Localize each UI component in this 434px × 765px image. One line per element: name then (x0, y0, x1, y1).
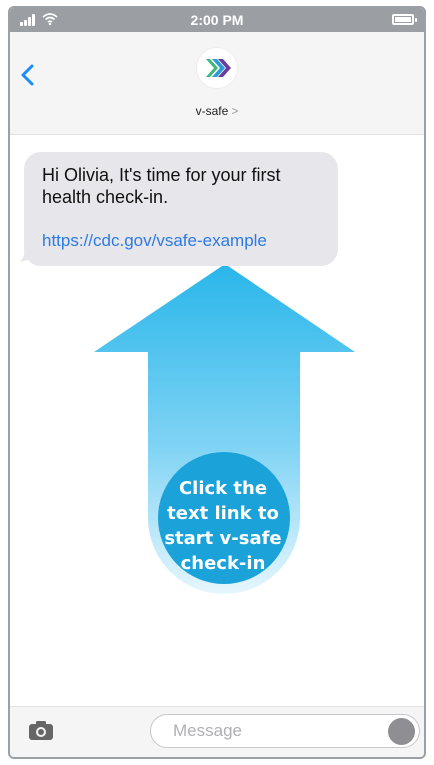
message-bubble: Hi Olivia, It's time for your first heal… (24, 152, 338, 266)
message-input-bar: Message (10, 706, 424, 757)
callout-line: check-in (180, 553, 266, 574)
camera-button[interactable] (28, 719, 54, 741)
back-button[interactable] (16, 60, 38, 90)
vsafe-link[interactable]: https://cdc.gov/vsafe-example (42, 230, 322, 252)
callout-line: Click the (178, 478, 268, 499)
v-safe-logo[interactable] (197, 48, 237, 88)
message-greeting: Hi (42, 165, 59, 185)
contact-name-label: v-safe (195, 104, 229, 118)
battery-icon (392, 14, 417, 25)
conversation-header: v-safe > (10, 32, 424, 135)
callout-text: Click the text link to start v-safe chec… (158, 476, 288, 576)
recipient-name: Olivia, (64, 165, 115, 185)
callout-line: start v-safe (164, 528, 282, 549)
chevron-right-icon: > (231, 104, 239, 118)
send-circle-icon[interactable] (388, 718, 415, 745)
status-bar: 2:00 PM (10, 8, 424, 32)
contact-name[interactable]: v-safe > (10, 104, 424, 118)
callout-line: text link to (167, 503, 279, 524)
status-time: 2:00 PM (190, 12, 244, 28)
phone-screen: 2:00 PM v-safe > Hi Olivia, It's time fo… (8, 6, 426, 759)
message-input[interactable]: Message (150, 714, 420, 748)
camera-icon (29, 721, 53, 740)
chevron-left-icon (21, 64, 34, 86)
